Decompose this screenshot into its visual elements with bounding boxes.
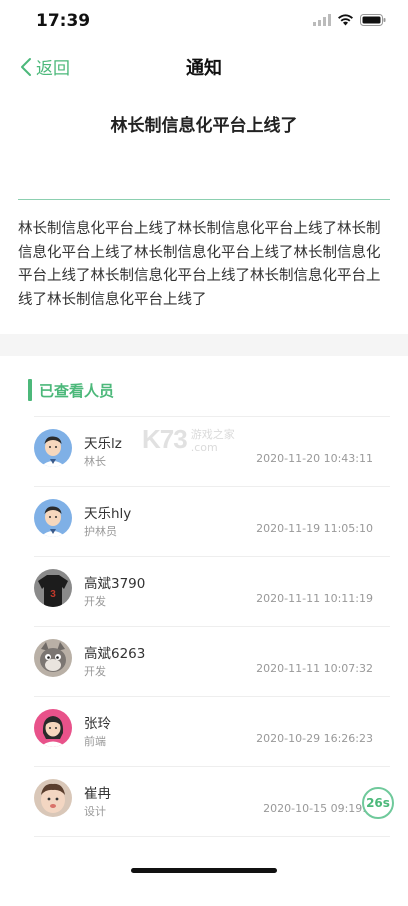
viewer-role: 林长 <box>84 455 106 468</box>
page-title: 通知 <box>186 58 222 79</box>
viewer-time: 2020-10-15 09:19:3 <box>263 802 373 815</box>
home-indicator <box>131 868 277 873</box>
viewer-role: 前端 <box>84 735 106 748</box>
viewer-time: 2020-11-11 10:07:32 <box>256 662 373 675</box>
watermark-text: 游戏之家 .com <box>191 428 235 454</box>
jersey-photo-avatar-icon: 3 <box>34 569 72 607</box>
viewer-name: 天乐lz <box>84 436 122 452</box>
status-bar: 17:39 <box>0 0 408 44</box>
viewer-time: 2020-11-11 10:11:19 <box>256 592 373 605</box>
child-photo-avatar-icon <box>34 779 72 817</box>
viewer-time: 2020-10-29 16:26:23 <box>256 732 373 745</box>
section-divider <box>0 334 408 356</box>
viewer-role: 护林员 <box>84 525 117 538</box>
viewer-role: 设计 <box>84 805 106 818</box>
list-item[interactable]: 天乐hly 护林员 2020-11-19 11:05:10 <box>34 486 390 556</box>
viewer-name: 崔冉 <box>84 786 111 802</box>
cartoon-cat-avatar-icon <box>34 639 72 677</box>
notice-title: 林长制信息化平台上线了 <box>110 116 298 136</box>
status-time: 17:39 <box>36 11 91 31</box>
viewer-role: 开发 <box>84 595 106 608</box>
notice-body: 林长制信息化平台上线了林长制信息化平台上线了林长制信息化平台上线了林长制信息化平… <box>18 221 381 308</box>
list-item[interactable]: 3 高斌3790 开发 2020-11-11 10:11:19 <box>34 556 390 626</box>
viewer-role: 开发 <box>84 665 106 678</box>
male-cartoon-avatar-icon <box>34 499 72 537</box>
list-item[interactable]: 崔冉 设计 2020-10-15 09:19:3 <box>34 766 390 836</box>
watermark-line2: .com <box>190 441 218 454</box>
section-accent-bar <box>28 379 32 401</box>
viewers-header: 已查看人员 <box>28 379 114 401</box>
nav-bar: 返回 通知 <box>0 44 408 88</box>
title-divider <box>18 199 390 200</box>
male-cartoon-avatar-icon <box>34 429 72 467</box>
viewers-section-label: 已查看人员 <box>39 381 115 400</box>
cellular-signal-icon <box>313 14 331 26</box>
avatar <box>34 429 72 467</box>
list-item[interactable]: 张玲 前端 2020-10-29 16:26:23 <box>34 696 390 766</box>
viewer-time: 2020-11-20 10:43:11 <box>256 452 373 465</box>
viewer-name: 天乐hly <box>84 506 132 522</box>
watermark-logo: K73 <box>142 424 188 454</box>
avatar <box>34 779 72 817</box>
wifi-icon <box>338 14 353 26</box>
svg-text:3: 3 <box>50 589 56 600</box>
female-cartoon-avatar-icon <box>34 709 72 747</box>
viewer-name: 高斌3790 <box>84 576 146 592</box>
battery-icon <box>360 14 386 26</box>
viewer-list: 天乐lz 林长 2020-11-20 10:43:11 天乐hly 护林员 20… <box>34 416 390 906</box>
watermark: K73 游戏之家 .com <box>142 424 235 455</box>
list-item[interactable]: 高斌6263 开发 2020-11-11 10:07:32 <box>34 626 390 696</box>
viewer-name: 张玲 <box>84 716 111 732</box>
avatar: 3 <box>34 569 72 607</box>
countdown-timer-badge[interactable]: 26s <box>362 787 394 819</box>
avatar <box>34 709 72 747</box>
avatar <box>34 499 72 537</box>
avatar <box>34 639 72 677</box>
status-icons <box>313 14 386 26</box>
viewer-time: 2020-11-19 11:05:10 <box>256 522 373 535</box>
viewer-name: 高斌6263 <box>84 646 146 662</box>
watermark-line1: 游戏之家 <box>190 428 235 441</box>
